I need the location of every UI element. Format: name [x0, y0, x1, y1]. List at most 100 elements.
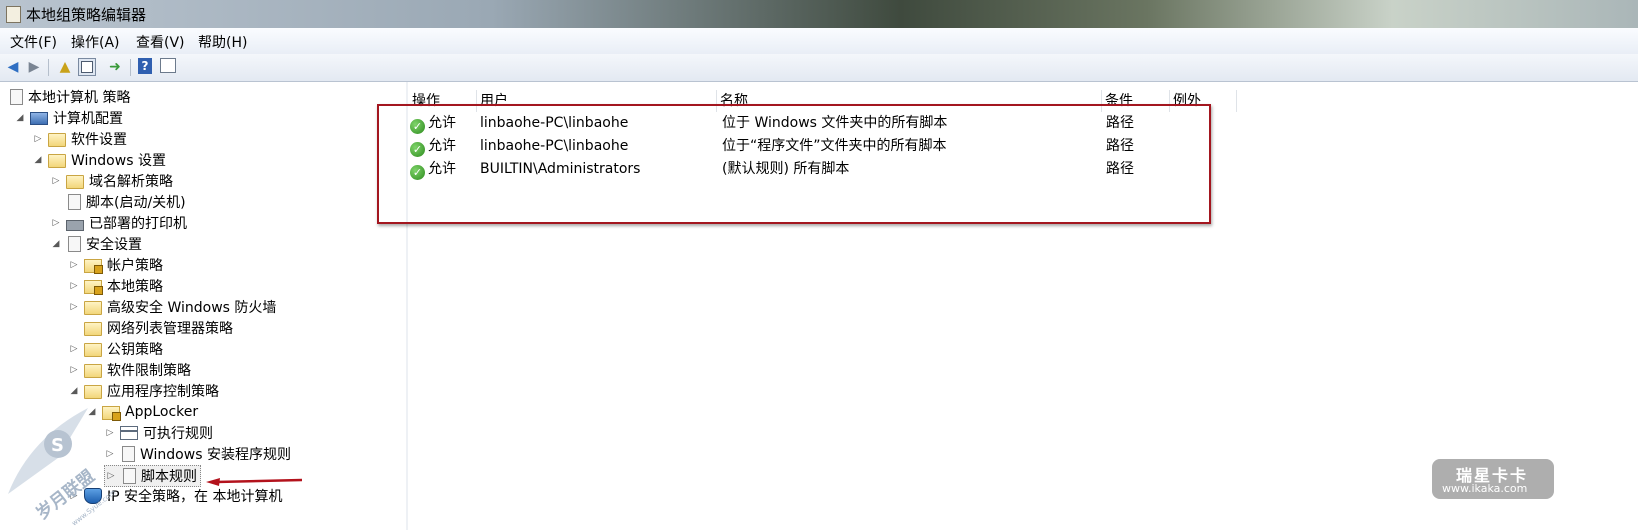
expand-icon[interactable]: ▷	[68, 281, 80, 291]
column-header-exception[interactable]: 例外	[1169, 90, 1237, 112]
condition-cell: 路径	[1106, 138, 1134, 154]
expand-icon[interactable]: ▷	[50, 176, 62, 186]
menu-help[interactable]: 帮助(H)	[198, 32, 247, 52]
tree-label: 帐户策略	[107, 258, 163, 274]
tree-label: 已部署的打印机	[89, 216, 187, 232]
collapse-icon[interactable]: ◢	[32, 155, 44, 165]
condition-cell: 路径	[1106, 161, 1134, 177]
tree-item-public-key[interactable]: ▷ 公钥策略	[68, 339, 163, 359]
tree-item-software-settings[interactable]: ▷ 软件设置	[32, 129, 127, 149]
executable-rules-icon	[120, 426, 138, 440]
expand-icon[interactable]: ▷	[50, 218, 62, 228]
properties-icon[interactable]	[160, 58, 176, 73]
app-icon	[6, 6, 21, 23]
folder-lock-icon	[84, 280, 103, 295]
tree-item-printers[interactable]: ▷ 已部署的打印机	[50, 213, 187, 233]
folder-icon	[66, 175, 84, 189]
folder-icon	[48, 133, 66, 147]
back-icon[interactable]: ◀	[4, 58, 22, 76]
tree-label: 脚本(启动/关机)	[86, 195, 186, 211]
tree-label: 安全设置	[86, 237, 142, 253]
title-bar: 本地组策略编辑器	[0, 0, 1638, 28]
up-folder-icon[interactable]: ▲	[56, 58, 74, 76]
column-header-user[interactable]: 用户	[476, 90, 717, 112]
name-cell: 位于“程序文件”文件夹中的所有脚本	[722, 138, 947, 154]
folder-icon	[84, 301, 102, 315]
security-icon	[68, 236, 81, 252]
watermark-right-url: www.ikaka.com	[1442, 482, 1528, 495]
collapse-icon[interactable]: ◢	[68, 386, 80, 396]
expand-icon[interactable]: ▷	[68, 302, 80, 312]
tree-label: 本地计算机 策略	[28, 90, 131, 106]
collapse-icon[interactable]: ◢	[14, 113, 26, 123]
tree-label: 计算机配置	[53, 111, 123, 127]
tree-label: 网络列表管理器策略	[107, 321, 233, 337]
menu-file[interactable]: 文件(F)	[10, 32, 57, 52]
tree-item-root[interactable]: 本地计算机 策略	[8, 87, 130, 107]
forward-icon[interactable]: ▶	[25, 58, 43, 76]
tree-item-installer-rules[interactable]: ▷ Windows 安装程序规则	[104, 444, 291, 464]
tree-label: 域名解析策略	[89, 174, 173, 190]
tree-item-scripts[interactable]: 脚本(启动/关机)	[50, 192, 186, 212]
tree-label: IP 安全策略，在 本地计算机	[107, 489, 283, 505]
allow-check-icon: ✓	[410, 165, 425, 180]
script-rules-icon	[123, 468, 136, 484]
tree-label: 公钥策略	[107, 342, 163, 358]
tree-item-software-restriction[interactable]: ▷ 软件限制策略	[68, 360, 191, 380]
column-header-condition[interactable]: 条件	[1101, 90, 1170, 112]
tree-label: AppLocker	[125, 404, 199, 420]
toolbar-separator	[130, 59, 131, 76]
menu-view[interactable]: 查看(V)	[136, 32, 185, 52]
tree-label: 脚本规则	[141, 469, 197, 485]
name-cell: 位于 Windows 文件夹中的所有脚本	[722, 115, 948, 131]
expand-icon[interactable]: ▷	[32, 134, 44, 144]
window-title: 本地组策略编辑器	[26, 6, 147, 24]
computer-icon	[30, 111, 48, 125]
tree-item-firewall[interactable]: ▷ 高级安全 Windows 防火墙	[68, 297, 277, 317]
svg-text:S: S	[51, 435, 64, 456]
user-cell: BUILTIN\Administrators	[480, 161, 641, 177]
script-icon	[68, 194, 81, 210]
column-header-name[interactable]: 名称	[716, 90, 1102, 112]
tree-item-security-settings[interactable]: ◢ 安全设置	[50, 234, 142, 254]
folder-icon	[84, 322, 102, 336]
user-cell: linbaohe-PC\linbaohe	[480, 138, 629, 154]
folder-icon	[84, 343, 102, 357]
tree-item-computer-config[interactable]: ◢ 计算机配置	[14, 108, 123, 128]
folder-open-icon	[48, 154, 66, 168]
tree-item-account-policy[interactable]: ▷ 帐户策略	[68, 255, 163, 275]
tree-label: 软件限制策略	[107, 363, 191, 379]
expand-icon[interactable]: ▷	[68, 260, 80, 270]
menu-bar: 文件(F) 操作(A) 查看(V) 帮助(H)	[0, 28, 1638, 55]
table-row[interactable]: ✓ 允许 BUILTIN\Administrators (默认规则) 所有脚本 路…	[408, 158, 1638, 181]
tree-item-local-policy[interactable]: ▷ 本地策略	[68, 276, 163, 296]
allow-check-icon: ✓	[410, 142, 425, 157]
action-cell: ✓ 允许	[410, 135, 456, 158]
show-tree-icon[interactable]	[78, 58, 96, 76]
collapse-icon[interactable]: ◢	[50, 239, 62, 249]
menu-action[interactable]: 操作(A)	[71, 32, 120, 52]
action-cell: ✓ 允许	[410, 158, 456, 181]
tree-label: 应用程序控制策略	[107, 384, 219, 400]
table-row[interactable]: ✓ 允许 linbaohe-PC\linbaohe 位于 Windows 文件夹中…	[408, 112, 1638, 135]
folder-lock-icon	[84, 259, 103, 274]
tree-item-dns-policy[interactable]: ▷ 域名解析策略	[50, 171, 173, 191]
table-row[interactable]: ✓ 允许 linbaohe-PC\linbaohe 位于“程序文件”文件夹中的所有…	[408, 135, 1638, 158]
column-header-action[interactable]: 操作	[408, 90, 477, 112]
name-cell: (默认规则) 所有脚本	[722, 161, 850, 177]
action-cell: ✓ 允许	[410, 112, 456, 135]
allow-check-icon: ✓	[410, 119, 425, 134]
expand-icon[interactable]: ▷	[68, 344, 80, 354]
tree-label: 本地策略	[107, 279, 163, 295]
tree-label: 可执行规则	[143, 426, 213, 442]
list-header: 操作 用户 名称 条件 例外	[408, 90, 1638, 112]
red-arrow-annotation	[206, 478, 302, 486]
help-icon[interactable]: ?	[138, 58, 152, 74]
toolbar-separator	[48, 59, 49, 76]
expand-icon[interactable]: ▷	[68, 365, 80, 375]
installer-rules-icon	[122, 446, 135, 462]
tree-item-network-list[interactable]: 网络列表管理器策略	[68, 318, 233, 338]
export-list-icon[interactable]: ➜	[106, 58, 124, 76]
tree-item-windows-settings[interactable]: ◢ Windows 设置	[32, 150, 166, 170]
tree-item-exe-rules[interactable]: ▷ 可执行规则	[104, 423, 213, 443]
